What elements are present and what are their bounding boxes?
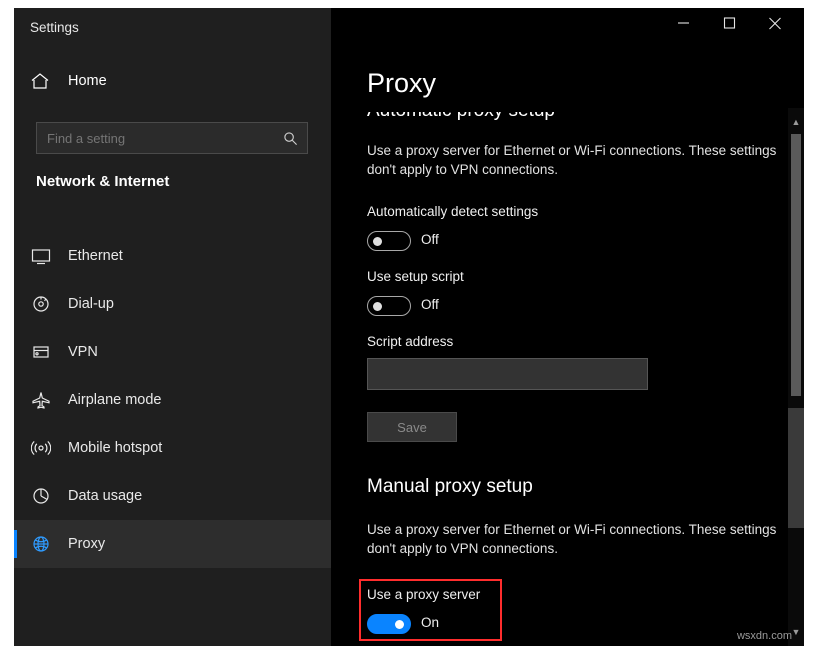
sidebar-item-mobile-hotspot[interactable]: Mobile hotspot <box>14 424 331 472</box>
sidebar-item-home[interactable]: Home <box>14 64 331 98</box>
save-button[interactable]: Save <box>367 412 457 442</box>
screenshot-root: Settings Home Find a setting Network & I… <box>0 0 818 652</box>
sidebar-item-ethernet[interactable]: Ethernet <box>14 232 331 280</box>
automatic-proxy-setup-heading: Automatic proxy setup <box>367 108 555 121</box>
script-address-input[interactable] <box>367 358 648 390</box>
settings-window: Settings Home Find a setting Network & I… <box>14 8 804 646</box>
scrollbar-thumb[interactable] <box>791 134 801 396</box>
settings-content-pane: Proxy Automatic proxy setup Use a proxy … <box>331 8 804 646</box>
watermark-text: wsxdn.com <box>736 630 792 642</box>
page-title: Proxy <box>367 68 437 98</box>
sidebar-item-data-usage[interactable]: Data usage <box>14 472 331 520</box>
dialup-icon <box>30 293 52 315</box>
script-address-label: Script address <box>367 334 454 349</box>
search-box[interactable] <box>36 122 308 154</box>
search-icon[interactable] <box>277 128 303 148</box>
sidebar-item-label: Mobile hotspot <box>68 440 163 456</box>
sidebar-home-label: Home <box>68 73 107 89</box>
vpn-icon <box>30 341 52 363</box>
data-usage-icon <box>30 485 52 507</box>
sidebar-item-label: Airplane mode <box>68 392 162 408</box>
manual-proxy-setup-heading: Manual proxy setup <box>367 476 533 497</box>
automatic-proxy-description: Use a proxy server for Ethernet or Wi-Fi… <box>367 143 777 177</box>
sidebar-item-label: VPN <box>68 344 98 360</box>
sidebar-item-vpn[interactable]: VPN <box>14 328 331 376</box>
auto-detect-label: Automatically detect settings <box>367 204 539 219</box>
airplane-icon <box>30 389 52 411</box>
setup-script-toggle[interactable] <box>367 296 411 316</box>
sidebar-item-proxy[interactable]: Proxy <box>14 520 331 568</box>
setup-script-state: Off <box>421 297 439 312</box>
home-icon <box>30 72 50 90</box>
minimize-button[interactable] <box>660 8 706 38</box>
auto-detect-state: Off <box>421 232 439 247</box>
page-background <box>0 0 14 652</box>
sidebar-item-label: Proxy <box>68 536 106 552</box>
manual-proxy-description: Use a proxy server for Ethernet or Wi-Fi… <box>367 522 777 556</box>
sidebar-item-airplane-mode[interactable]: Airplane mode <box>14 376 331 424</box>
sidebar-item-label: Data usage <box>68 488 143 504</box>
sidebar-item-label: Ethernet <box>68 248 123 264</box>
window-title: Settings <box>30 20 79 35</box>
sidebar-item-dialup[interactable]: Dial-up <box>14 280 331 328</box>
auto-detect-toggle[interactable] <box>367 231 411 251</box>
toggle-knob <box>373 237 382 246</box>
maximize-button[interactable] <box>706 8 752 38</box>
hotspot-icon <box>30 437 52 459</box>
globe-icon <box>30 533 52 555</box>
sidebar-item-label: Dial-up <box>68 296 114 312</box>
scroll-content: Automatic proxy setup Use a proxy server… <box>331 108 804 646</box>
sidebar-nav-list: Ethernet Dial-up VPN Airplane mode Mobil… <box>14 232 331 568</box>
ethernet-icon <box>30 245 52 267</box>
sidebar-titlebar: Settings <box>14 8 331 48</box>
vertical-scrollbar[interactable]: ▲ ▼ <box>788 108 804 646</box>
scrollbar-track-highlight <box>788 408 804 528</box>
search-input[interactable] <box>37 129 277 147</box>
settings-sidebar: Settings Home Find a setting Network & I… <box>14 8 331 646</box>
window-controls <box>331 8 804 48</box>
highlight-annotation <box>359 579 502 641</box>
toggle-knob <box>373 302 382 311</box>
sidebar-category-title: Network & Internet <box>36 173 170 190</box>
setup-script-label: Use setup script <box>367 269 464 284</box>
scroll-up-arrow-icon[interactable]: ▲ <box>788 114 804 130</box>
close-button[interactable] <box>752 8 798 38</box>
